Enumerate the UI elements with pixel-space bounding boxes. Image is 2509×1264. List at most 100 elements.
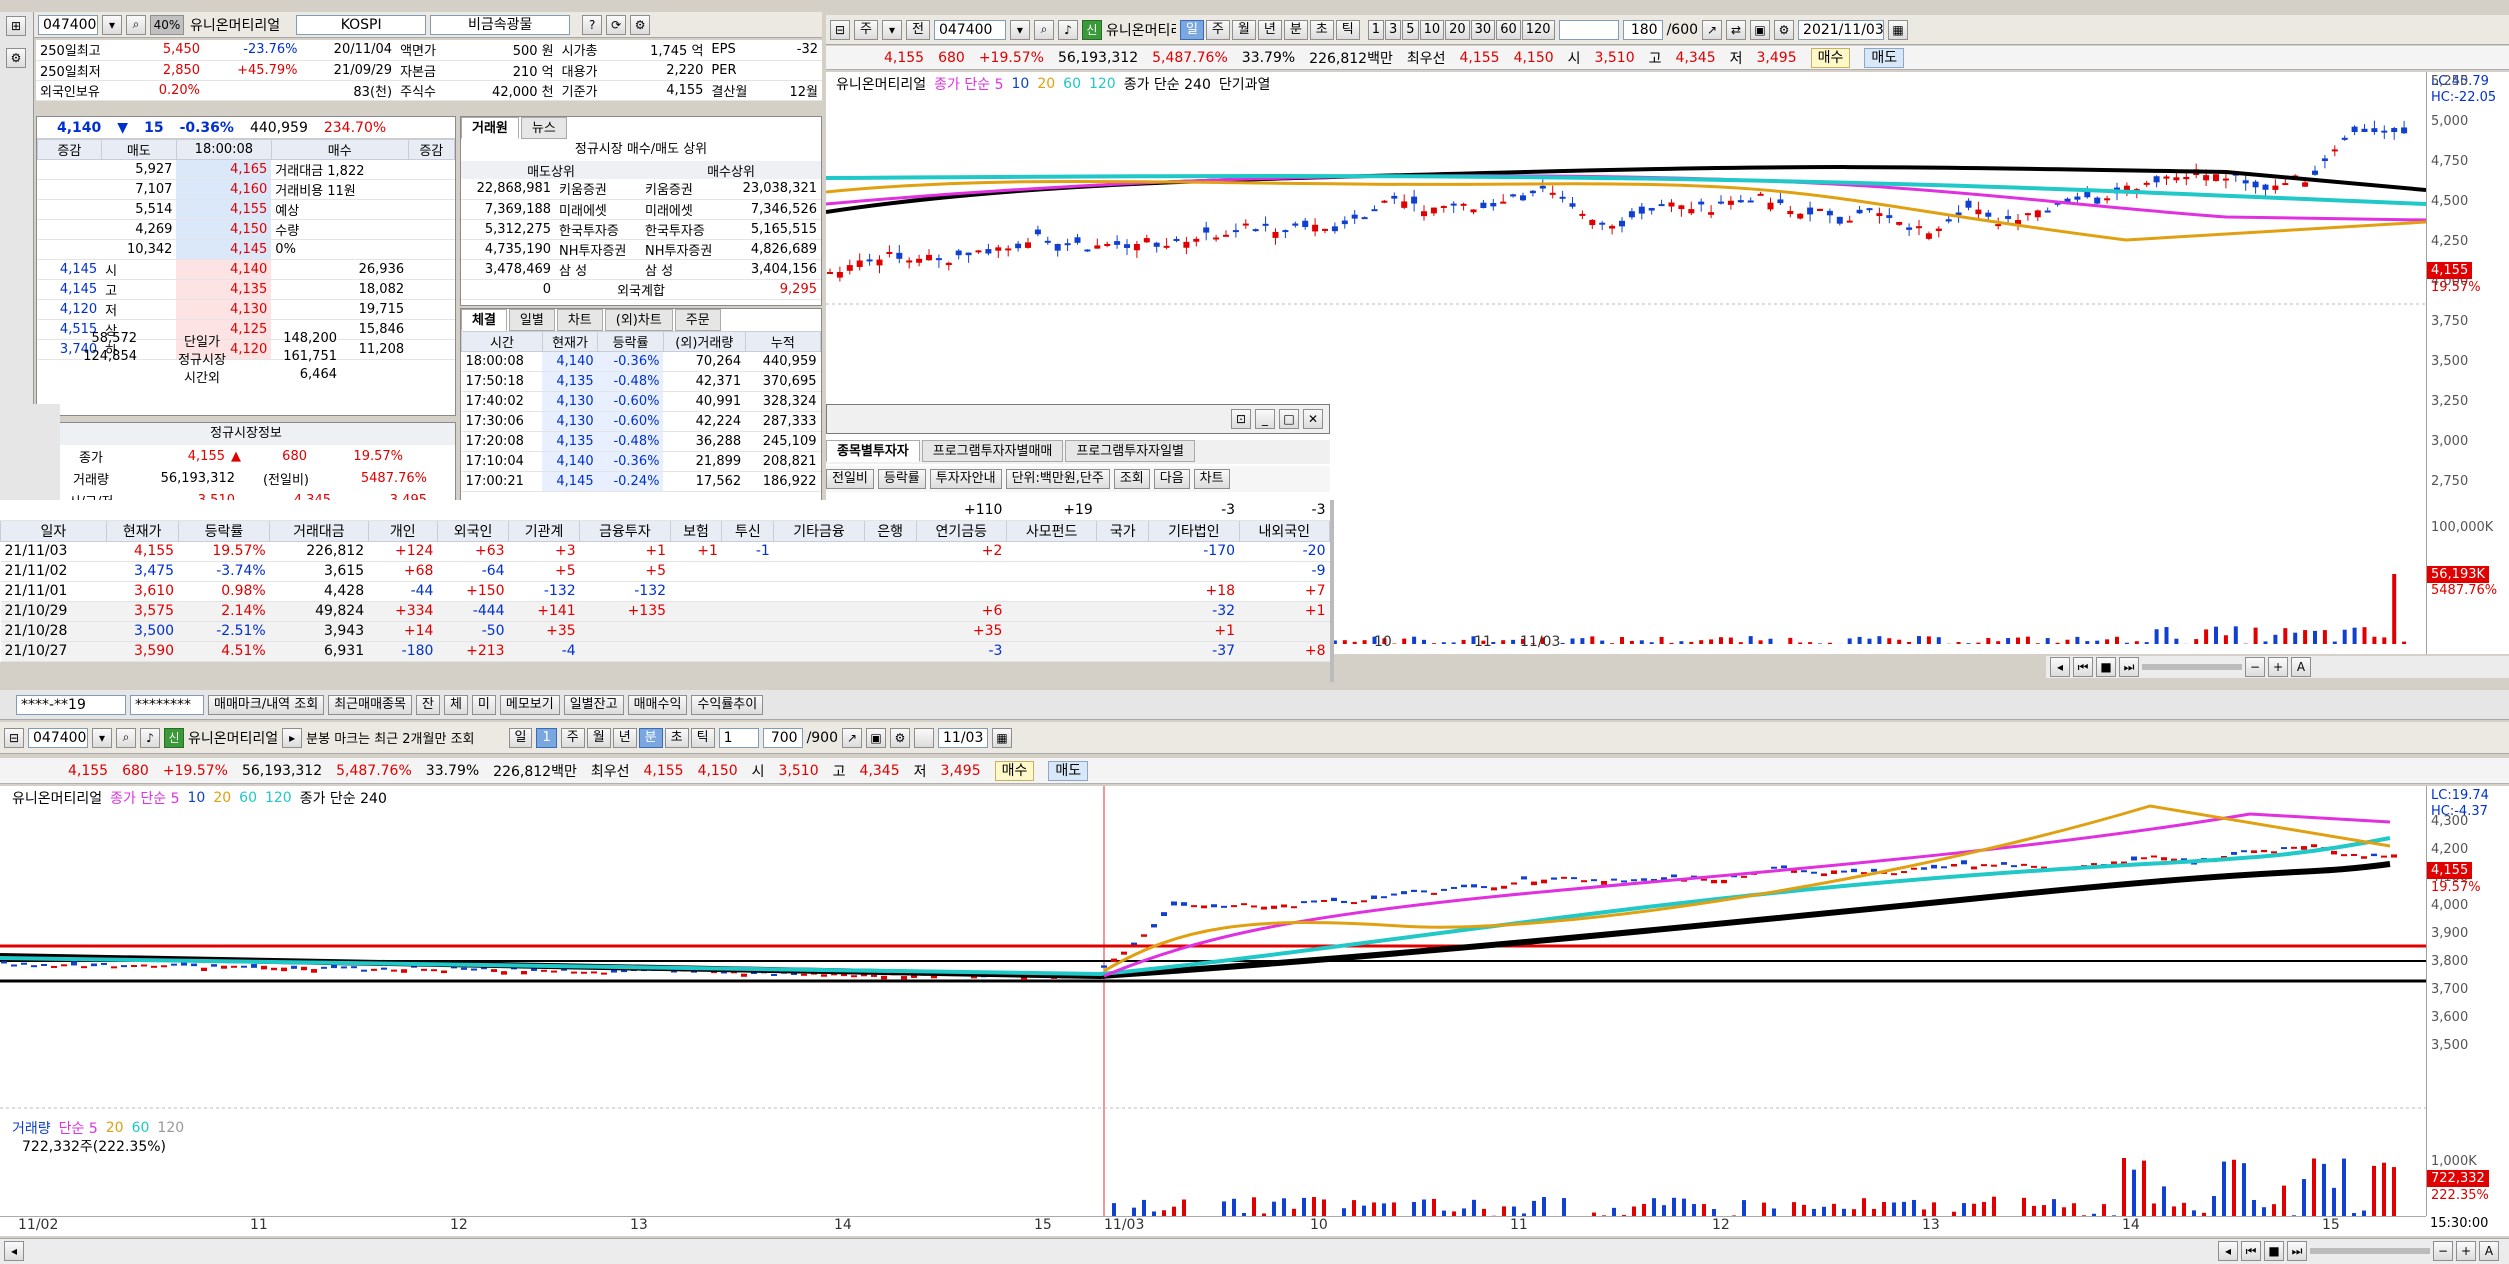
- zoom-in-icon[interactable]: +: [2268, 657, 2288, 677]
- mid-button-8[interactable]: 수익률추이: [691, 694, 764, 715]
- mid-button-3[interactable]: 체: [443, 694, 468, 715]
- font-icon[interactable]: A: [2479, 1241, 2499, 1261]
- stop-icon[interactable]: ■: [2096, 657, 2116, 677]
- mid-button-0[interactable]: 매매마크/내역 조회: [208, 694, 325, 715]
- account-input[interactable]: ****-**19: [16, 694, 126, 715]
- interval-tab-2[interactable]: 5: [1402, 19, 1419, 40]
- mid-button-5[interactable]: 메모보기: [499, 694, 560, 715]
- investor-opt-2[interactable]: 투자자안내: [929, 469, 1002, 489]
- tick-tab-3[interactable]: (외)차트: [604, 309, 673, 331]
- interval-tab-6[interactable]: 60: [1496, 19, 1521, 40]
- zoom-out-icon[interactable]: −: [2433, 1241, 2453, 1261]
- chart-code-input[interactable]: 047400: [933, 19, 1006, 40]
- scroll-track[interactable]: [2142, 664, 2242, 670]
- line-tool-icon[interactable]: ↗: [1702, 19, 1723, 40]
- dropdown-arrow-icon[interactable]: ▾: [881, 19, 902, 40]
- dropdown-arrow-icon[interactable]: ▾: [1009, 19, 1030, 40]
- bottom-period-tab-2[interactable]: 년: [612, 727, 637, 748]
- password-input[interactable]: ********: [130, 694, 204, 715]
- layout-icon[interactable]: ⊟: [4, 727, 24, 748]
- mid-button-2[interactable]: 잔: [415, 694, 440, 715]
- bottom-chart[interactable]: [0, 786, 2426, 1220]
- day-num-button[interactable]: 1: [536, 727, 557, 748]
- period-tab-5[interactable]: 초: [1309, 19, 1334, 40]
- speaker-icon[interactable]: ♪: [1057, 19, 1078, 40]
- mid-button-6[interactable]: 일별잔고: [563, 694, 624, 715]
- zoom-in-icon[interactable]: +: [2456, 1241, 2476, 1261]
- dropdown-arrow-icon[interactable]: ▾: [102, 14, 122, 35]
- sell-button[interactable]: 매도: [1864, 47, 1905, 68]
- refresh-icon[interactable]: ⟳: [606, 14, 627, 35]
- tick-tab-4[interactable]: 주문: [674, 309, 721, 331]
- checkbox-icon[interactable]: [914, 727, 935, 748]
- rewind-icon[interactable]: ⏮: [2241, 1241, 2261, 1261]
- prev-icon[interactable]: ◂: [2050, 657, 2070, 677]
- investor-tab-2[interactable]: 프로그램투자자일별: [1065, 440, 1196, 462]
- bottom-interval[interactable]: 1: [718, 727, 759, 748]
- investor-opt-3[interactable]: 단위:백만원,단주: [1005, 469, 1110, 489]
- save-icon[interactable]: ▣: [1750, 19, 1771, 40]
- count-input[interactable]: 180: [1622, 19, 1663, 40]
- gear-icon[interactable]: ⚙: [890, 727, 911, 748]
- pin-icon[interactable]: ⊞: [6, 16, 26, 36]
- date-input[interactable]: 2021/11/03: [1798, 19, 1885, 40]
- sell-button[interactable]: 매도: [1048, 760, 1089, 781]
- gear-icon[interactable]: ⚙: [1774, 19, 1795, 40]
- mid-button-4[interactable]: 미: [471, 694, 496, 715]
- calendar-icon[interactable]: ▦: [1888, 19, 1909, 40]
- period-tab-2[interactable]: 월: [1231, 19, 1256, 40]
- broker-tab-1[interactable]: 뉴스: [520, 117, 567, 139]
- bottom-code-input[interactable]: 047400: [28, 727, 88, 748]
- stop-icon[interactable]: ■: [2264, 1241, 2284, 1261]
- gear-icon[interactable]: ⚙: [630, 14, 651, 35]
- dropdown-arrow-icon[interactable]: ▾: [92, 727, 112, 748]
- period-tab-0[interactable]: 일: [1179, 19, 1204, 40]
- bottom-period-tab-4[interactable]: 초: [664, 727, 689, 748]
- broker-tab-0[interactable]: 거래원: [461, 117, 519, 139]
- interval-tab-5[interactable]: 30: [1470, 19, 1496, 40]
- interval-tab-7[interactable]: 120: [1521, 19, 1555, 40]
- type-button[interactable]: 주: [854, 19, 878, 40]
- interval-input[interactable]: [1558, 19, 1619, 40]
- chart-mark-icon[interactable]: ▸: [282, 727, 303, 748]
- bottom-count[interactable]: 700: [762, 727, 803, 748]
- font-icon[interactable]: A: [2291, 657, 2311, 677]
- period-tab-4[interactable]: 분: [1283, 19, 1308, 40]
- zoom-badge[interactable]: 40%: [150, 14, 184, 35]
- window-layout-icon[interactable]: ⊡: [1231, 409, 1251, 429]
- code-input[interactable]: 047400: [38, 14, 98, 35]
- investor-tab-1[interactable]: 프로그램투자자별매매: [921, 440, 1064, 462]
- minimize-icon[interactable]: _: [1255, 409, 1275, 429]
- scroll-track[interactable]: [2310, 1248, 2430, 1254]
- bottom-period-tab-3[interactable]: 분: [638, 727, 663, 748]
- search-icon[interactable]: ⌕: [126, 14, 146, 35]
- settings-icon[interactable]: ⚙: [6, 48, 26, 68]
- investor-scrollbar[interactable]: [1330, 500, 1334, 682]
- interval-tab-3[interactable]: 10: [1419, 19, 1445, 40]
- investor-opt-6[interactable]: 차트: [1193, 469, 1230, 489]
- close-icon[interactable]: ✕: [1303, 409, 1323, 429]
- buy-button[interactable]: 매수: [1810, 47, 1851, 68]
- bottom-period-tab-1[interactable]: 월: [586, 727, 611, 748]
- tick-tab-1[interactable]: 일별: [508, 309, 555, 331]
- bottom-date[interactable]: 11/03: [938, 727, 989, 748]
- help-icon[interactable]: ?: [582, 14, 603, 35]
- calendar-icon[interactable]: ▦: [992, 727, 1013, 748]
- maximize-icon[interactable]: □: [1279, 409, 1299, 429]
- speaker-icon[interactable]: ♪: [140, 727, 160, 748]
- interval-tab-0[interactable]: 1: [1367, 19, 1384, 40]
- rewind-icon[interactable]: ⏮: [2073, 657, 2093, 677]
- day-button[interactable]: 일: [508, 727, 533, 748]
- zoom-out-icon[interactable]: −: [2245, 657, 2265, 677]
- save-icon[interactable]: ▣: [866, 727, 887, 748]
- buy-button[interactable]: 매수: [994, 760, 1035, 781]
- period-tab-1[interactable]: 주: [1205, 19, 1230, 40]
- tick-tab-2[interactable]: 차트: [556, 309, 603, 331]
- search-icon[interactable]: ⌕: [116, 727, 136, 748]
- scroll-left-icon[interactable]: ◂: [4, 1241, 24, 1261]
- mid-button-1[interactable]: 최근매매종목: [328, 694, 412, 715]
- bottom-period-tab-5[interactable]: 틱: [690, 727, 715, 748]
- type2-button[interactable]: 전: [905, 19, 930, 40]
- investor-tab-0[interactable]: 종목별투자자: [826, 440, 920, 462]
- forward-icon[interactable]: ⏭: [2287, 1241, 2307, 1261]
